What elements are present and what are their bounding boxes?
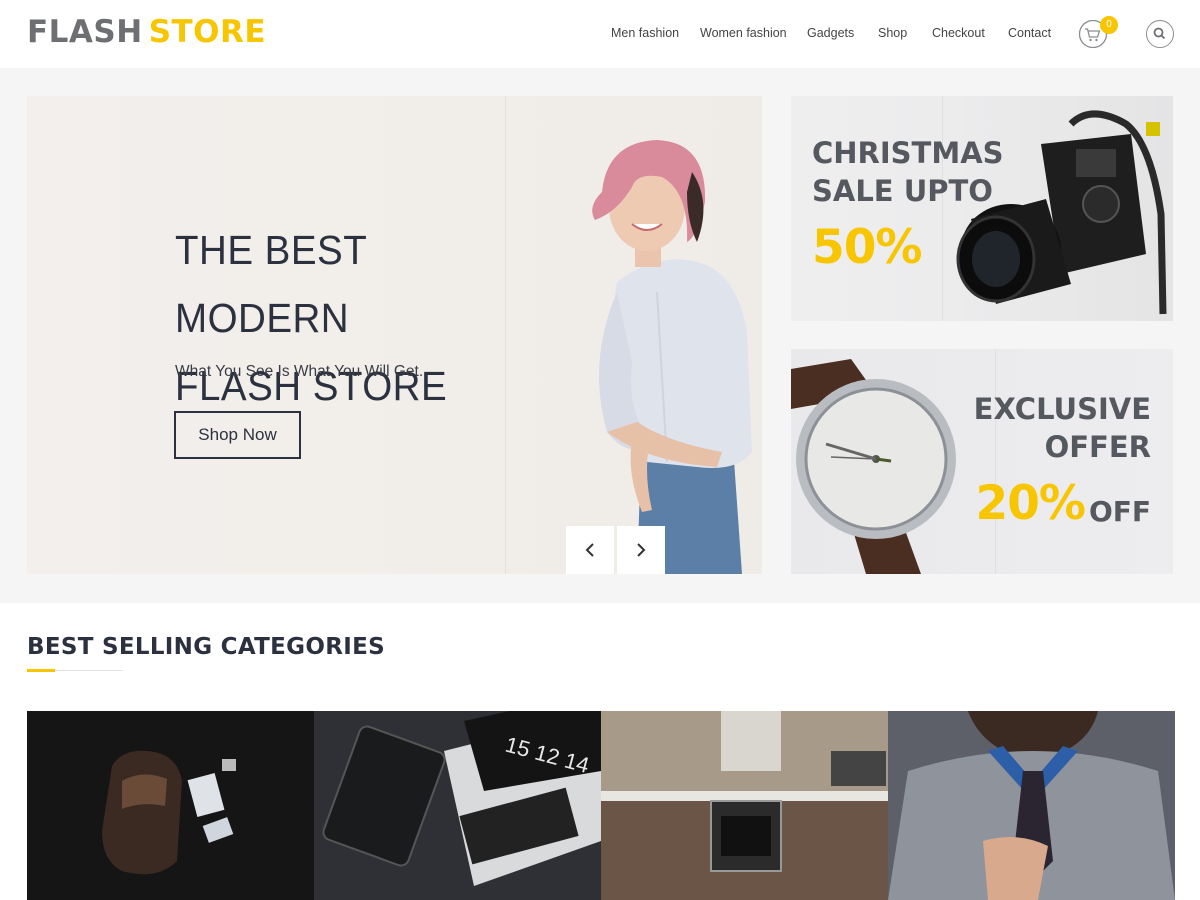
nav-gadgets[interactable]: Gadgets xyxy=(807,26,854,40)
search-button[interactable] xyxy=(1146,20,1174,48)
kitchen-image xyxy=(601,711,888,900)
site-logo[interactable]: FLASH STORE xyxy=(27,13,266,51)
nav-men-fashion[interactable]: Men fashion xyxy=(611,26,679,40)
chevron-right-icon xyxy=(637,543,646,557)
hero-slider: THE BEST MODERN FLASH STORE What You See… xyxy=(27,96,762,574)
nav-checkout[interactable]: Checkout xyxy=(932,26,985,40)
nav-women-fashion[interactable]: Women fashion xyxy=(700,26,787,40)
promo2-discount: 20% xyxy=(975,476,1086,531)
chevron-left-icon xyxy=(585,543,594,557)
camera-image xyxy=(956,110,1167,315)
slider-next-button[interactable] xyxy=(617,526,665,574)
shop-now-button[interactable]: Shop Now xyxy=(174,411,301,459)
heading-underline-accent xyxy=(27,669,55,672)
cart-count-badge: 0 xyxy=(1100,16,1118,34)
logo-part1: FLASH xyxy=(27,14,143,50)
category-tile-kitchen[interactable] xyxy=(601,711,888,900)
promo2-line2: OFFER xyxy=(1044,430,1151,464)
promo2-suffix: OFF xyxy=(1088,495,1151,528)
category-tile-backpack[interactable] xyxy=(27,711,314,900)
hero-title: THE BEST MODERN FLASH STORE xyxy=(175,216,532,420)
promo2-headline: EXCLUSIVE OFFER xyxy=(974,390,1151,466)
hero-woman-image xyxy=(592,140,752,574)
nav-shop[interactable]: Shop xyxy=(878,26,907,40)
laptop-tablet-image: 15 12 14 xyxy=(314,711,601,900)
watch-image xyxy=(791,359,956,574)
backpack-image xyxy=(102,750,236,875)
nav-contact[interactable]: Contact xyxy=(1008,26,1051,40)
promo-card-christmas[interactable]: CHRISTMAS SALE UPTO 50% xyxy=(791,96,1173,321)
hero-subtitle: What You See Is What You Will Get. xyxy=(175,363,424,380)
cart-button[interactable]: 0 xyxy=(1078,16,1118,48)
hero-title-line1: THE BEST MODERN xyxy=(175,227,367,341)
slider-prev-button[interactable] xyxy=(566,526,614,574)
search-icon xyxy=(1153,27,1166,40)
promo2-line1: EXCLUSIVE xyxy=(973,392,1151,426)
promo1-discount: 50% xyxy=(812,220,922,275)
man-sweater-image xyxy=(888,711,1175,900)
site-header: FLASH STORE Men fashion Women fashion Gad… xyxy=(0,0,1200,68)
category-tile-men-fashion[interactable] xyxy=(888,711,1175,900)
promo-card-exclusive[interactable]: EXCLUSIVE OFFER 20% OFF xyxy=(791,349,1173,574)
categories-heading: BEST SELLING CATEGORIES xyxy=(27,634,385,660)
category-tile-gadgets[interactable]: 15 12 14 xyxy=(314,711,601,900)
logo-part2: STORE xyxy=(148,14,267,50)
